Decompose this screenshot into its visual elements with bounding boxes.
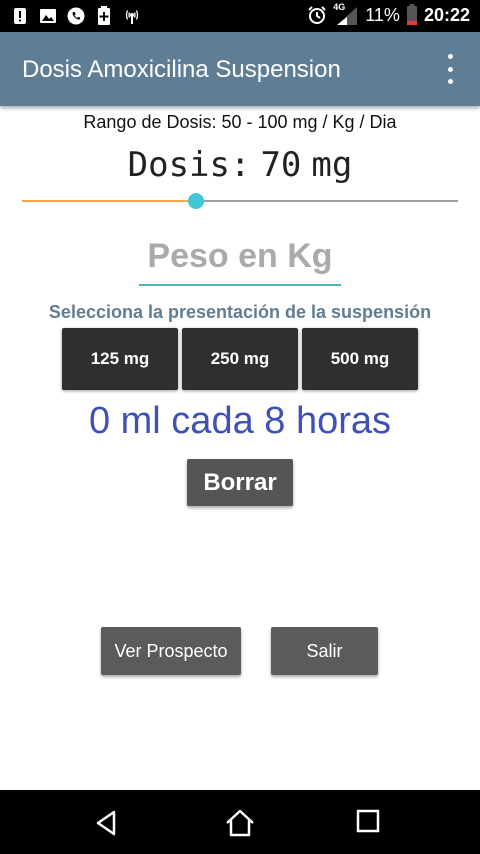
notification-icons bbox=[10, 6, 142, 26]
clear-button[interactable]: Borrar bbox=[187, 459, 293, 506]
slider-track-inactive bbox=[196, 200, 458, 202]
slider-track-active bbox=[22, 200, 196, 202]
presentation-heading: Selecciona la presentación de la suspens… bbox=[48, 302, 432, 322]
alarm-icon bbox=[307, 5, 327, 25]
signal-icon: 4G bbox=[333, 2, 359, 26]
back-icon[interactable] bbox=[92, 808, 122, 838]
presentation-500-button[interactable]: 500 mg bbox=[302, 328, 418, 390]
phone-icon bbox=[66, 6, 86, 26]
battery-icon bbox=[406, 4, 418, 26]
dose-display: Dosis: 70 mg bbox=[0, 145, 480, 185]
clock: 20:22 bbox=[423, 4, 470, 25]
result-text: 0 ml cada 8 horas bbox=[0, 400, 480, 443]
overflow-menu-icon[interactable] bbox=[438, 54, 462, 84]
dose-slider[interactable] bbox=[22, 190, 458, 212]
battery-percent: 11% bbox=[365, 4, 400, 25]
dose-range-text: Rango de Dosis: 50 - 100 mg / Kg / Dia bbox=[83, 112, 397, 132]
recents-icon[interactable] bbox=[355, 808, 385, 838]
exit-button[interactable]: Salir bbox=[271, 627, 378, 675]
dose-unit: mg bbox=[311, 145, 353, 185]
dose-value: 70 bbox=[260, 145, 302, 185]
alert-icon bbox=[10, 6, 30, 26]
wireless-icon bbox=[122, 6, 142, 26]
result-ml-label: ml cada 8 horas bbox=[120, 400, 392, 442]
view-leaflet-button[interactable]: Ver Prospecto bbox=[101, 627, 241, 675]
presentation-250-button[interactable]: 250 mg bbox=[182, 328, 298, 390]
status-bar: 4G 11% 20:22 bbox=[0, 0, 480, 32]
result-ml-value: 0 bbox=[88, 400, 111, 442]
slider-thumb[interactable] bbox=[188, 193, 204, 209]
presentation-125-button[interactable]: 125 mg bbox=[62, 328, 178, 390]
battery-saver-icon bbox=[94, 6, 114, 26]
navigation-bar bbox=[0, 790, 480, 854]
network-type: 4G bbox=[333, 2, 346, 12]
app-title: Dosis Amoxicilina Suspension bbox=[22, 56, 341, 83]
app-bar: Dosis Amoxicilina Suspension bbox=[0, 32, 480, 106]
system-indicators: 4G 11% 20:22 bbox=[307, 2, 470, 26]
dose-label: Dosis: bbox=[127, 145, 251, 185]
image-icon bbox=[38, 6, 58, 26]
home-icon[interactable] bbox=[224, 808, 254, 838]
weight-input[interactable]: Peso en Kg bbox=[139, 234, 341, 286]
